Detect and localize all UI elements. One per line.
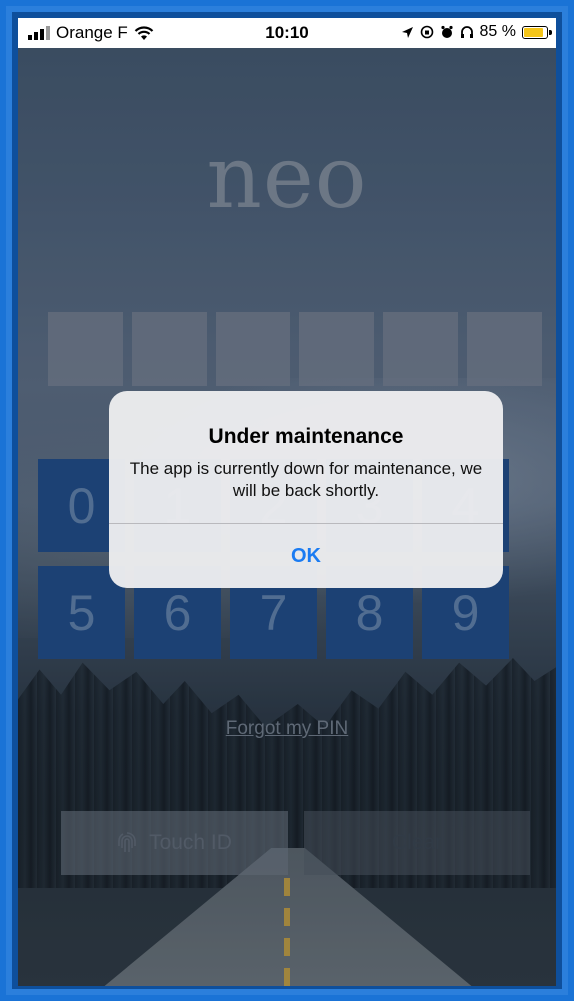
status-right: 85 %	[401, 23, 552, 41]
battery-icon	[522, 25, 552, 39]
alert-title: Under maintenance	[208, 425, 404, 448]
battery-level-fill	[524, 27, 543, 37]
orientation-lock-icon	[420, 25, 433, 39]
battery-percent: 85 %	[479, 23, 516, 40]
battery-tip	[549, 29, 552, 35]
alarm-icon	[440, 25, 453, 38]
location-arrow-icon	[401, 26, 413, 38]
status-bar: Orange F 10:10 85 %	[18, 18, 556, 48]
headphones-icon	[460, 26, 473, 38]
maintenance-alert: Under maintenance The app is currently d…	[109, 391, 503, 588]
phone-screen: Orange F 10:10 85 % neo 0 5 6 7 8 9 Forg…	[18, 18, 556, 986]
alert-message: The app is currently down for maintenanc…	[129, 459, 483, 500]
alert-ok-button[interactable]: OK	[109, 524, 503, 588]
